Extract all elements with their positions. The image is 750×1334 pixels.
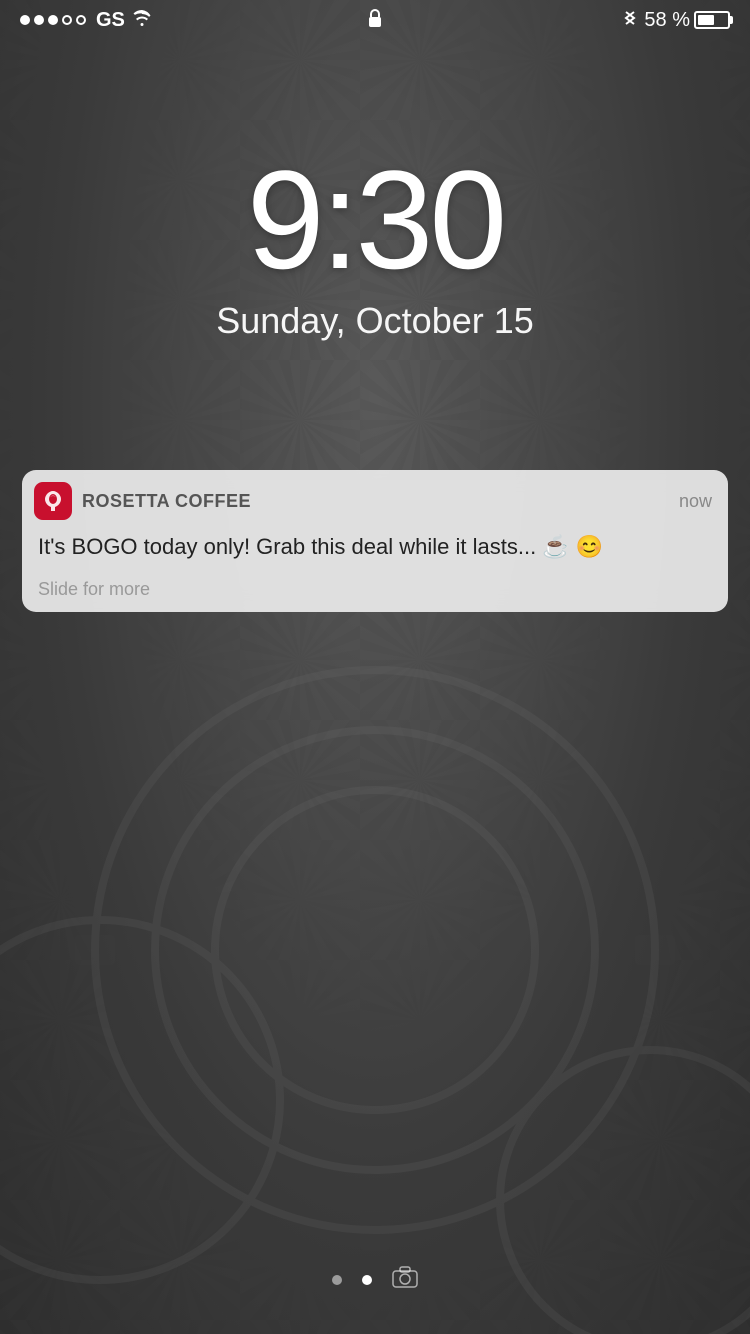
status-right: 58 % xyxy=(624,8,730,32)
battery-fill xyxy=(698,15,714,25)
battery-icon xyxy=(694,11,730,29)
notification-message: It's BOGO today only! Grab this deal whi… xyxy=(38,534,603,559)
notification-slide-hint[interactable]: Slide for more xyxy=(22,573,728,612)
status-bar: GS 58 % xyxy=(0,0,750,40)
wifi-icon xyxy=(131,10,153,31)
page-indicator-1 xyxy=(332,1275,342,1285)
status-left: GS xyxy=(20,9,153,32)
signal-indicator xyxy=(20,15,86,25)
app-name: ROSETTA COFFEE xyxy=(82,491,679,512)
battery-indicator: 58 % xyxy=(644,9,730,32)
signal-dot-2 xyxy=(34,15,44,25)
carrier-label: GS xyxy=(96,9,125,32)
clock-area: 9:30 Sunday, October 15 xyxy=(0,150,750,342)
lock-icon-container xyxy=(368,7,382,33)
clock-time: 9:30 xyxy=(0,150,750,290)
bluetooth-icon xyxy=(624,8,636,32)
notification-header: ROSETTA COFFEE now xyxy=(22,470,728,528)
lock-icon xyxy=(368,7,382,32)
camera-icon[interactable] xyxy=(392,1266,418,1294)
notification-body: It's BOGO today only! Grab this deal whi… xyxy=(22,528,728,573)
notification-time: now xyxy=(679,491,712,512)
app-icon xyxy=(34,482,72,520)
signal-dot-3 xyxy=(48,15,58,25)
signal-dot-1 xyxy=(20,15,30,25)
notification-card[interactable]: ROSETTA COFFEE now It's BOGO today only!… xyxy=(22,470,728,612)
page-indicator-2 xyxy=(362,1275,372,1285)
battery-percent: 58 % xyxy=(644,9,690,32)
signal-dot-4 xyxy=(62,15,72,25)
clock-date: Sunday, October 15 xyxy=(0,300,750,342)
signal-dot-5 xyxy=(76,15,86,25)
bottom-page-indicators xyxy=(0,1266,750,1294)
